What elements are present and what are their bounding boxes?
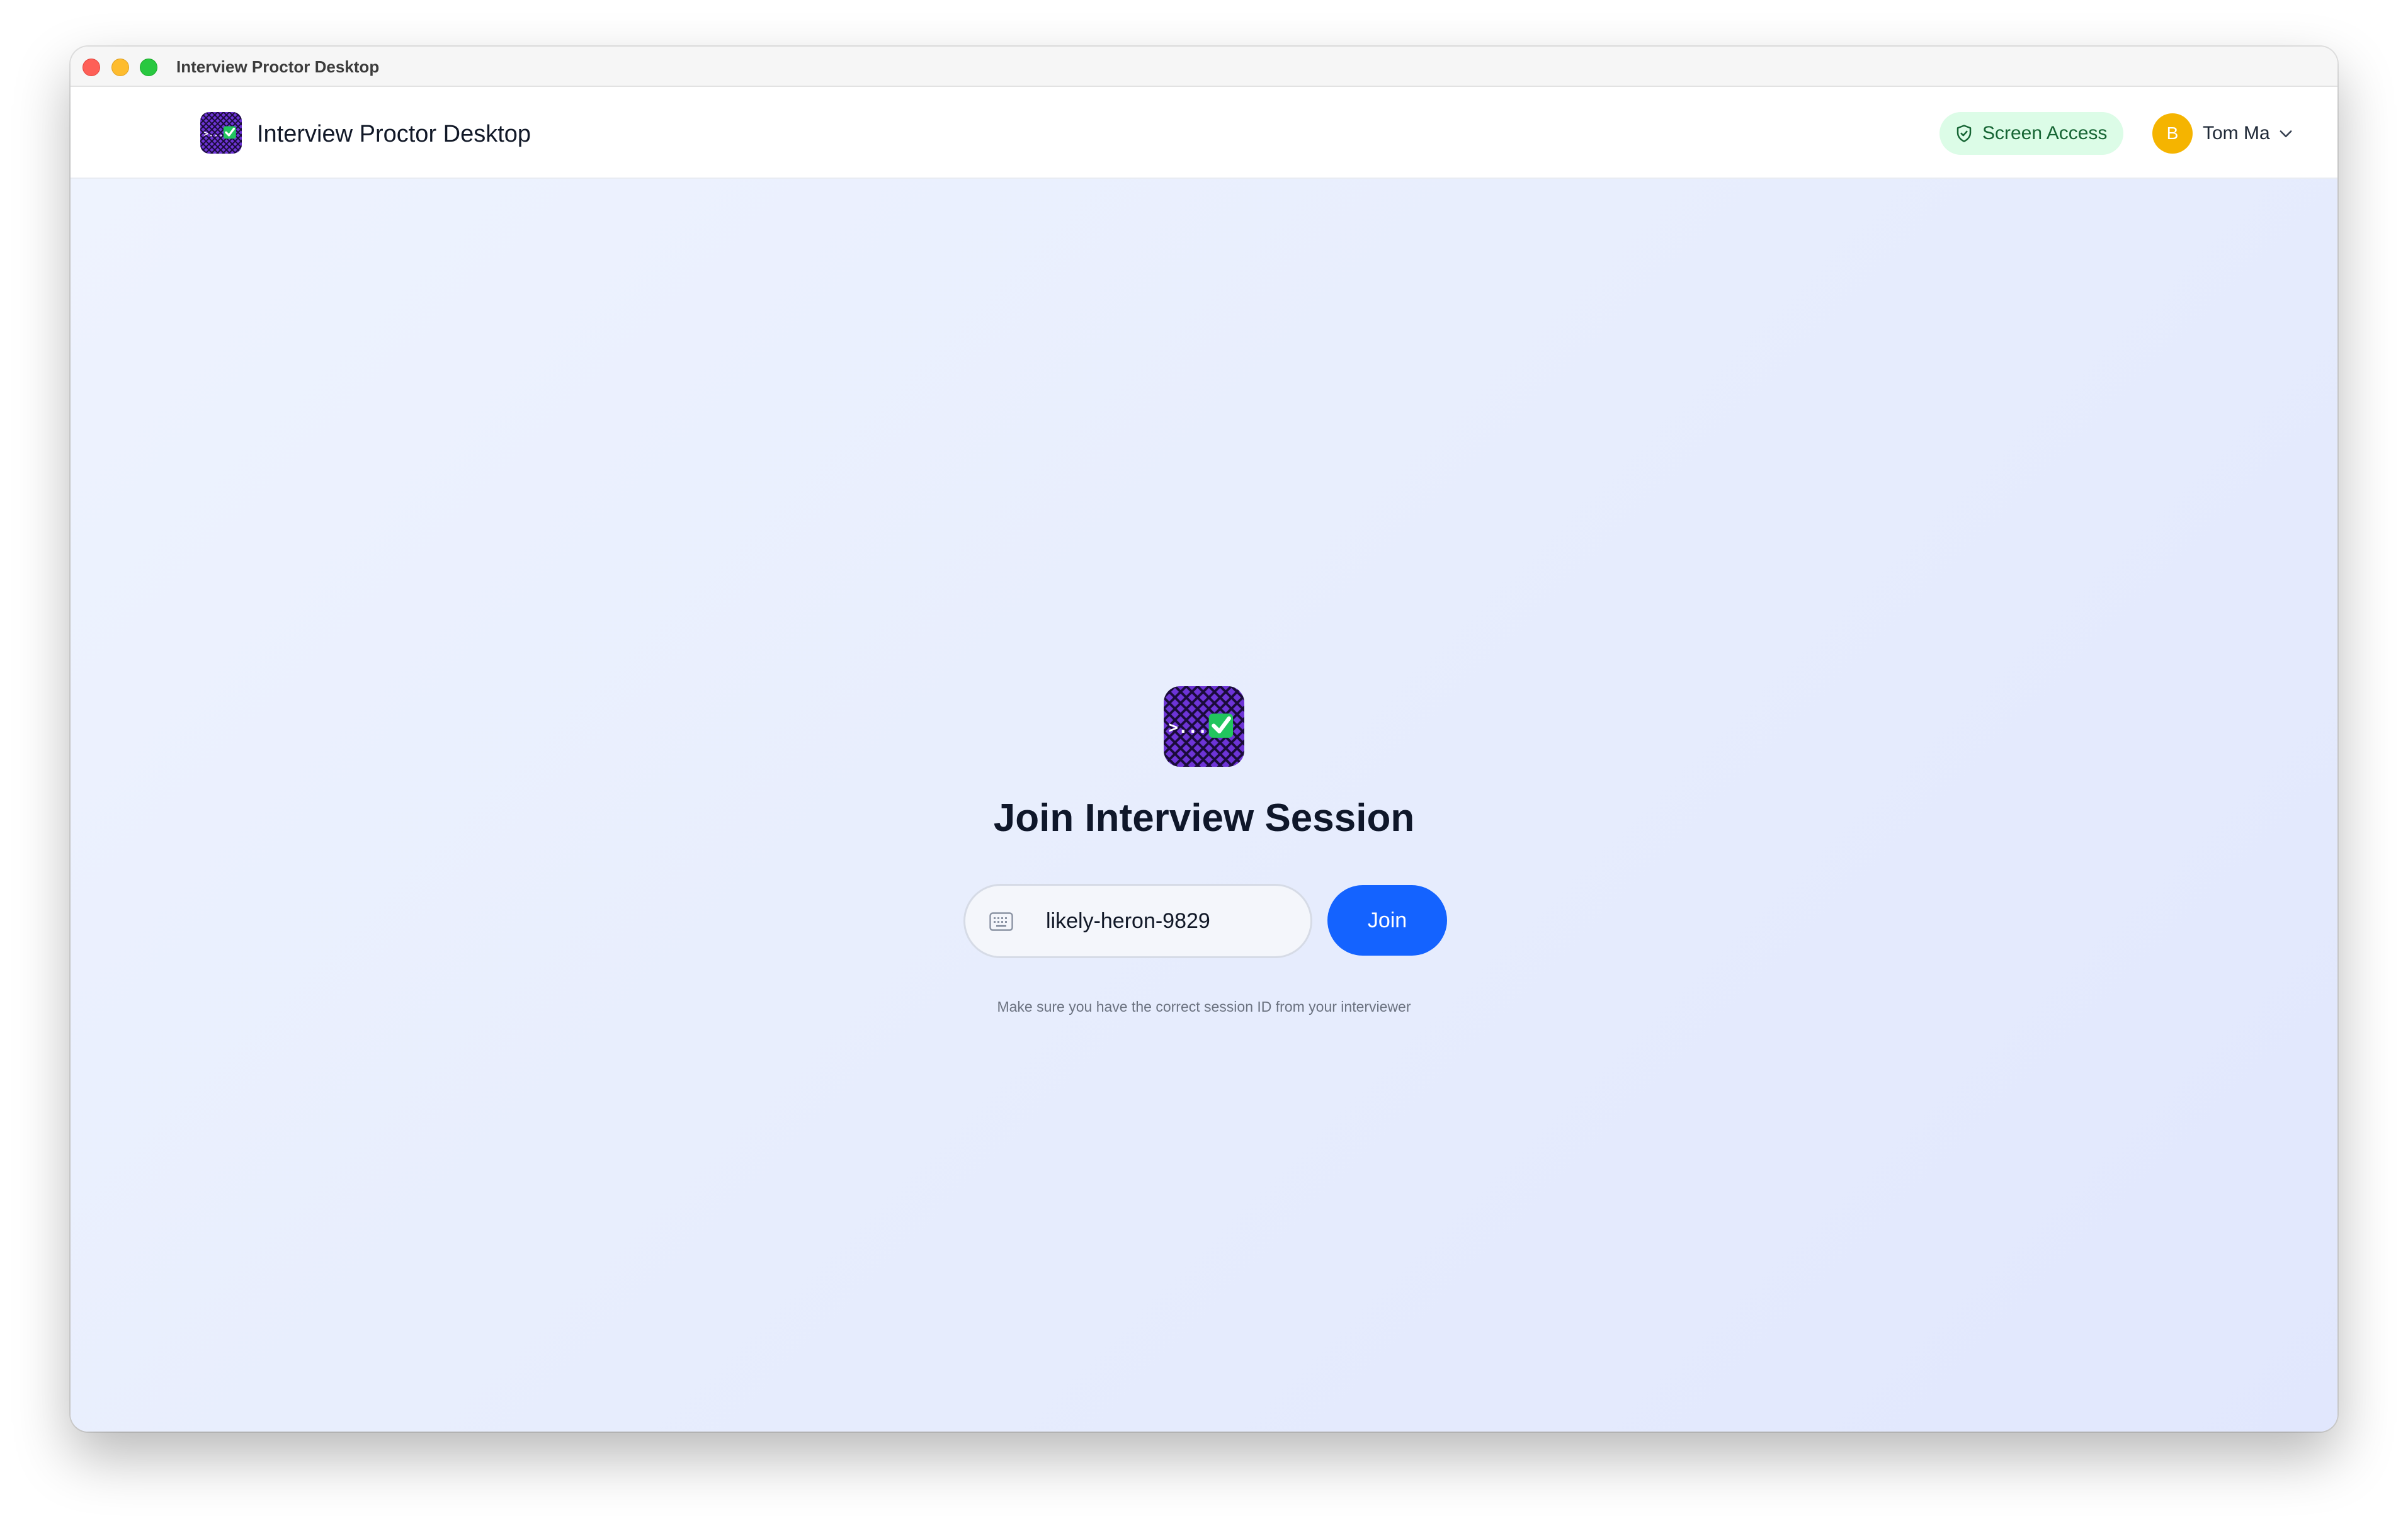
session-input-container[interactable] — [963, 884, 1312, 958]
minimize-window-button[interactable] — [111, 59, 129, 76]
chevron-down-icon[interactable] — [2277, 125, 2295, 142]
svg-text:>...: >... — [203, 129, 224, 138]
screen-access-badge[interactable]: Screen Access — [1939, 112, 2123, 155]
app-header: >... Interview Proctor Desktop Screen Ac… — [71, 87, 2337, 179]
page-title: Join Interview Session — [993, 796, 1415, 840]
screen-access-label: Screen Access — [1982, 123, 2108, 144]
shield-check-icon — [1956, 125, 1972, 142]
window-titlebar: Interview Proctor Desktop — [71, 47, 2337, 87]
avatar[interactable]: B — [2152, 113, 2193, 154]
session-hint: Make sure you have the correct session I… — [997, 998, 1411, 1015]
join-button[interactable]: Join — [1327, 885, 1447, 956]
maximize-window-button[interactable] — [140, 59, 157, 76]
app-logo-icon: >... — [1164, 686, 1244, 767]
window-title: Interview Proctor Desktop — [176, 57, 380, 76]
svg-text:>...: >... — [1169, 718, 1208, 737]
keyboard-icon — [989, 912, 1013, 931]
app-window: Interview Proctor Desktop >... Interview… — [71, 47, 2337, 1432]
session-id-input[interactable] — [1046, 886, 1298, 956]
app-name: Interview Proctor Desktop — [257, 121, 531, 147]
user-name[interactable]: Tom Ma — [2203, 122, 2270, 145]
app-logo-icon: >... — [200, 112, 242, 154]
main-content: >... Join Interview Session Join — [71, 179, 2337, 1432]
close-window-button[interactable] — [82, 59, 100, 76]
